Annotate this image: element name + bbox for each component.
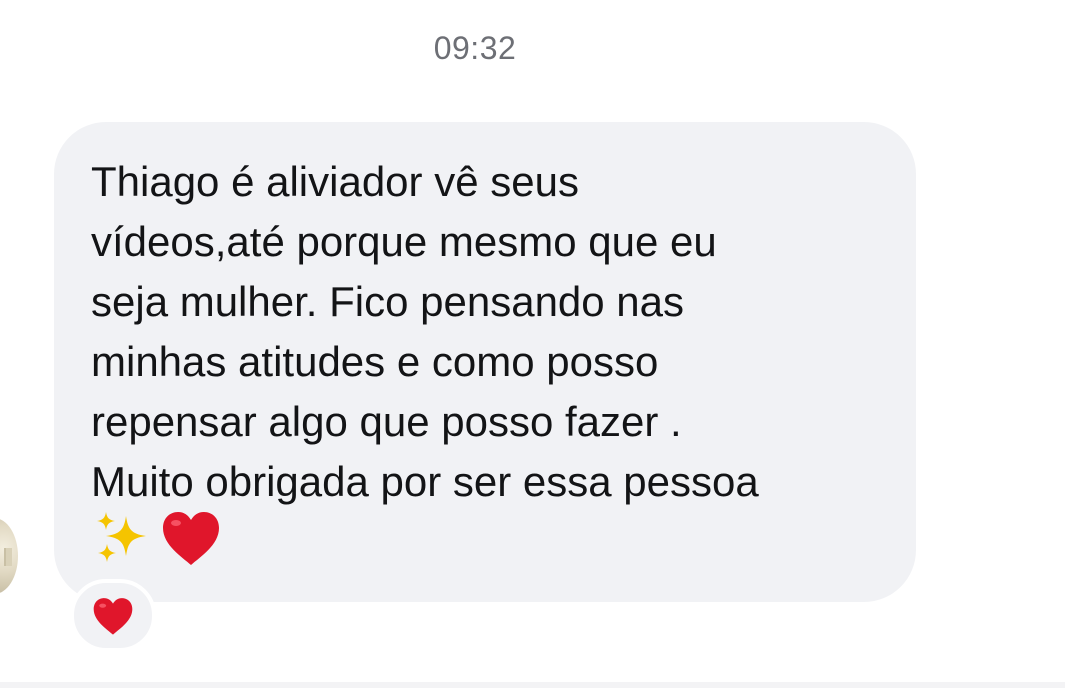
message-text: Thiago é aliviador vê seus vídeos,até po… [91,158,759,505]
red-heart-icon [163,512,219,565]
sender-avatar[interactable] [0,518,18,594]
sparkles-icon [97,512,146,562]
incoming-message-bubble[interactable]: Thiago é aliviador vê seus vídeos,até po… [54,122,916,602]
reaction-heart-icon [93,597,133,635]
message-reaction-badge[interactable] [70,579,156,652]
avatar-detail [4,548,12,566]
bottom-divider [0,682,1065,688]
message-timestamp: 09:32 [433,30,517,66]
chat-screen: 09:32 Thiago é aliviador vê seus vídeos,… [0,0,1065,688]
message-emoji-line [92,508,222,568]
